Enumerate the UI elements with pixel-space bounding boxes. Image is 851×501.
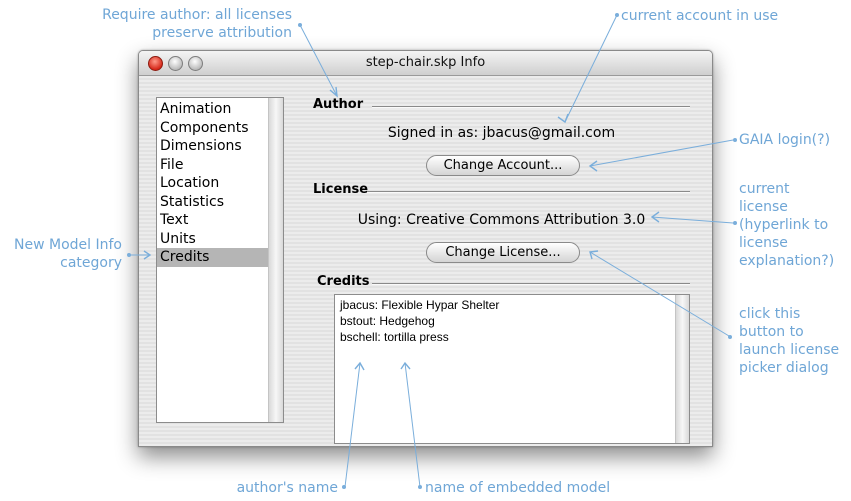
annotation-line: (hyperlink to: [739, 217, 829, 233]
callout-dot: [728, 335, 732, 339]
callout-line-click-button: [589, 251, 730, 337]
callout-line-gaia-login: [589, 139, 734, 167]
callout-dot: [127, 253, 131, 257]
callout-line-authors-name: [344, 362, 361, 488]
arrowhead-gaia-login: [588, 160, 598, 172]
callout-dot: [298, 23, 302, 27]
annotation-gaia-login: GAIA login(?): [739, 132, 831, 148]
callout-dot: [733, 221, 737, 225]
annotation-line: click this: [739, 306, 801, 322]
callout-line-require-author: [299, 24, 338, 97]
annotation-click-button: click this button to launch license pick…: [739, 305, 839, 377]
annotation-authors-name: author's name: [236, 480, 338, 496]
annotation-line: license: [739, 199, 788, 215]
annotation-line: button to: [739, 324, 804, 340]
callout-lines: [127, 13, 737, 489]
annotation-line: category: [60, 255, 122, 271]
annotation-line: current: [739, 181, 790, 197]
annotation-line: picker dialog: [739, 360, 829, 376]
callout-dot: [615, 13, 619, 17]
annotation-line: Require author: all licenses: [102, 7, 292, 23]
annotation-current-license: current license (hyperlink to license ex…: [739, 180, 834, 270]
callout-line-embedded-model: [404, 362, 421, 488]
annotation-line: launch license: [739, 342, 840, 358]
callout-line-current-account: [564, 14, 618, 123]
callout-dot: [342, 485, 346, 489]
callout-line-current-license: [651, 216, 734, 224]
annotation-line: license: [739, 235, 788, 251]
callout-dot: [418, 485, 422, 489]
annotation-line: preserve attribution: [152, 25, 292, 41]
callout-dot: [733, 138, 737, 142]
annotation-require-author: Require author: all licenses preserve at…: [40, 6, 292, 42]
annotation-embedded-model: name of embedded model: [425, 480, 611, 496]
annotation-line: explanation?): [739, 253, 835, 269]
annotation-line: New Model Info: [14, 237, 122, 253]
annotation-new-model-info: New Model Info category: [0, 236, 122, 272]
arrowhead-current-account: [557, 113, 569, 124]
annotation-current-account: current account in use: [621, 8, 779, 24]
